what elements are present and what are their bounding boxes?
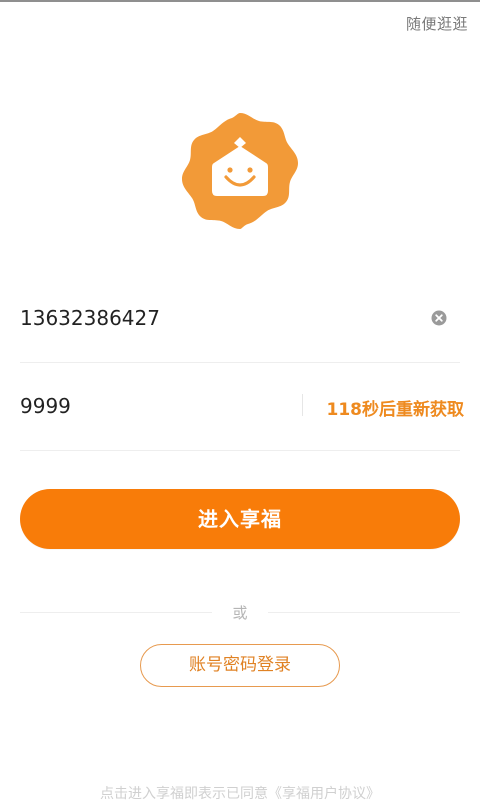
phone-input[interactable]: 13632386427 bbox=[20, 306, 160, 330]
phone-field[interactable]: 13632386427 bbox=[20, 274, 460, 363]
resend-code-countdown[interactable]: 118秒后重新获取 bbox=[327, 395, 465, 420]
or-line-right bbox=[268, 612, 460, 613]
agreement-notice: 点击进入享福即表示已同意《享福用户协议》 bbox=[0, 783, 480, 803]
browse-link[interactable]: 随便逛逛 bbox=[406, 13, 468, 34]
or-divider: 或 bbox=[20, 602, 460, 626]
app-logo-icon bbox=[180, 111, 300, 231]
account-password-login-button[interactable]: 账号密码登录 bbox=[140, 644, 340, 687]
field-divider bbox=[302, 394, 303, 416]
top-divider bbox=[0, 0, 480, 2]
verification-code-field[interactable]: 9999 118秒后重新获取 bbox=[20, 362, 464, 451]
clear-circle-icon[interactable] bbox=[431, 310, 447, 326]
enter-button[interactable]: 进入享福 bbox=[20, 489, 460, 549]
verification-code-input[interactable]: 9999 bbox=[20, 394, 71, 418]
